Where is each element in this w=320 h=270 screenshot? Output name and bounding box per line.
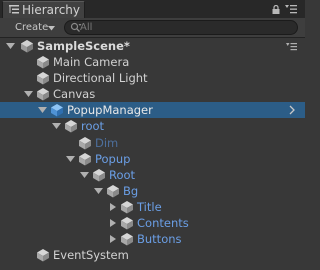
gameobject-cube-icon [37, 56, 49, 69]
gameobject-cube-icon [121, 200, 133, 214]
gameobject-cube-icon [79, 152, 91, 166]
expand-arrow-down-icon[interactable] [94, 187, 103, 195]
chevron-right-icon[interactable] [289, 105, 295, 115]
tree-item-label: Root [109, 167, 136, 182]
tree-row[interactable]: Dim [0, 135, 305, 151]
tree-row[interactable]: EventSystem [0, 247, 305, 263]
create-label: Create [15, 22, 49, 33]
tree-item-label: EventSystem [53, 248, 129, 263]
tree-item-label: Bg [123, 183, 139, 198]
tree-row[interactable]: Directional Light [0, 70, 305, 86]
panel-menu-icon[interactable] [285, 4, 297, 14]
tree-row[interactable]: Buttons [0, 231, 305, 247]
hierarchy-list-icon [9, 5, 19, 14]
tree-row[interactable]: Canvas [0, 86, 305, 102]
tab-bar: Hierarchy [0, 0, 305, 18]
gameobject-cube-icon [121, 217, 133, 230]
search-input[interactable] [80, 21, 290, 34]
unity-scene-icon [21, 40, 33, 53]
scene-menu-icon[interactable] [286, 42, 297, 51]
gameobject-cube-icon [65, 120, 77, 133]
search-field[interactable] [64, 20, 298, 35]
scene-row[interactable]: SampleScene* [0, 38, 305, 54]
gameobject-cube-icon [37, 249, 49, 262]
tree-item-label: Buttons [137, 232, 182, 247]
expand-arrow-down-icon[interactable] [6, 42, 15, 50]
tree-row[interactable]: Contents [0, 215, 305, 231]
tree-row[interactable]: Main Camera [0, 54, 305, 70]
tree-item-label: Canvas [53, 87, 96, 102]
tree-row[interactable]: Bg [0, 183, 305, 199]
tree-row[interactable]: Root [0, 167, 305, 183]
tree-row[interactable]: PopupManager [0, 102, 305, 119]
tree-item-label: Popup [95, 151, 131, 166]
expand-arrow-down-icon[interactable] [80, 171, 89, 179]
gameobject-cube-icon [37, 72, 49, 85]
expand-arrow-right-icon[interactable] [108, 202, 117, 211]
expand-arrow-down-icon[interactable] [38, 106, 47, 114]
gameobject-cube-icon [79, 136, 91, 149]
expand-arrow-down-icon[interactable] [52, 122, 61, 130]
tree-item-label: Title [137, 199, 162, 214]
expand-arrow-right-icon[interactable] [108, 219, 117, 227]
scene-name: SampleScene* [37, 39, 130, 53]
tree-row[interactable]: Title [0, 199, 305, 215]
tree-item-label: Directional Light [53, 71, 148, 86]
tree-row[interactable]: Popup [0, 151, 305, 167]
gameobject-cube-icon [37, 88, 49, 101]
expand-arrow-down-icon[interactable] [24, 90, 33, 98]
expand-arrow-down-icon[interactable] [66, 155, 75, 163]
gameobject-cube-icon [121, 233, 133, 246]
gameobject-cube-icon [93, 168, 105, 182]
tree-item-label: root [81, 119, 105, 134]
gameobject-cube-icon [107, 184, 119, 198]
tree-item-label: Dim [95, 135, 119, 150]
hierarchy-toolbar: Create [0, 18, 305, 38]
tree-item-label: PopupManager [67, 103, 153, 118]
create-button[interactable]: Create [8, 21, 56, 36]
tree-item-label: Main Camera [53, 55, 130, 69]
tab-title: Hierarchy [22, 3, 81, 17]
lock-icon[interactable] [272, 5, 280, 14]
tree-item-label: Contents [137, 216, 189, 230]
expand-arrow-right-icon[interactable] [108, 235, 117, 244]
gameobject-cube-icon [51, 104, 63, 117]
tree-row[interactable]: root [0, 118, 305, 134]
chevron-down-icon [48, 26, 55, 31]
tab-hierarchy[interactable]: Hierarchy [2, 1, 85, 18]
